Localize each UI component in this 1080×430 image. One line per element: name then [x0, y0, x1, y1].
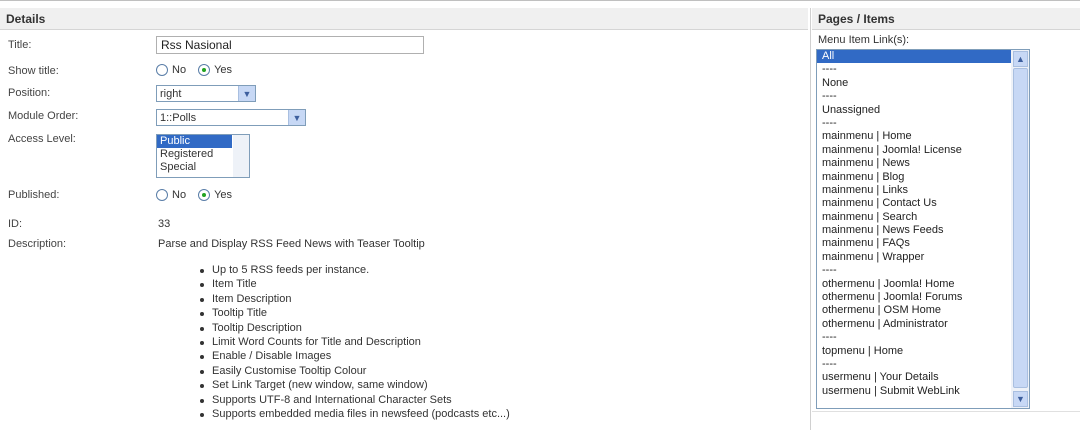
- title-input[interactable]: [156, 36, 424, 54]
- show-title-yes-radio[interactable]: [198, 64, 211, 76]
- list-item: Item Description: [200, 292, 510, 306]
- menu-item-option[interactable]: topmenu | Home: [817, 345, 1012, 358]
- chevron-down-icon[interactable]: ▼: [1013, 391, 1028, 407]
- menu-item-option[interactable]: usermenu | Your Details: [817, 371, 1012, 384]
- pages-bottom-border: [812, 411, 1080, 412]
- menu-item-option[interactable]: othermenu | Joomla! Home: [817, 278, 1012, 291]
- menu-item-option[interactable]: mainmenu | Blog: [817, 171, 1012, 184]
- menu-item-option[interactable]: ----: [817, 63, 1012, 76]
- show-title-radio-group: No Yes: [156, 64, 240, 76]
- menu-item-option[interactable]: mainmenu | News: [817, 157, 1012, 170]
- menu-item-option[interactable]: ----: [817, 358, 1012, 371]
- menu-item-option[interactable]: othermenu | Joomla! Forums: [817, 291, 1012, 304]
- access-level-listbox[interactable]: Public Registered Special: [156, 134, 250, 178]
- menu-item-option[interactable]: mainmenu | News Feeds: [817, 224, 1012, 237]
- show-title-yes-label: Yes: [214, 64, 233, 76]
- list-item: Set Link Target (new window, same window…: [200, 378, 510, 392]
- menu-item-option[interactable]: ----: [817, 90, 1012, 103]
- pages-items-header: Pages / Items: [812, 8, 1080, 30]
- module-order-select-value: 1::Polls: [160, 111, 197, 124]
- menu-item-option[interactable]: mainmenu | Wrapper: [817, 251, 1012, 264]
- list-item: Up to 5 RSS feeds per instance.: [200, 263, 510, 277]
- menu-item-option[interactable]: ----: [817, 117, 1012, 130]
- chevron-down-icon[interactable]: ▼: [288, 110, 305, 125]
- menu-listbox-scrollbar[interactable]: ▲ ▼: [1011, 50, 1029, 408]
- access-level-option-public[interactable]: Public: [157, 135, 232, 148]
- list-item: Tooltip Description: [200, 321, 510, 335]
- list-item: Supports embedded media files in newsfee…: [200, 407, 510, 421]
- top-border: [0, 0, 1080, 1]
- menu-item-option[interactable]: mainmenu | Links: [817, 184, 1012, 197]
- menu-item-option[interactable]: None: [817, 77, 1012, 90]
- show-title-no-label: No: [172, 64, 187, 76]
- access-level-option-special[interactable]: Special: [157, 161, 232, 174]
- position-select-value: right: [160, 87, 182, 100]
- published-label: Published:: [8, 189, 60, 201]
- menu-item-option[interactable]: Unassigned: [817, 104, 1012, 117]
- menu-item-links-label: Menu Item Link(s):: [818, 34, 910, 46]
- scrollbar-thumb[interactable]: [1013, 68, 1028, 388]
- show-title-no-radio[interactable]: [156, 64, 168, 76]
- description-text: Parse and Display RSS Feed News with Tea…: [158, 238, 425, 250]
- menu-item-option[interactable]: usermenu | Submit WebLink: [817, 385, 1012, 398]
- published-no-label: No: [172, 189, 187, 201]
- position-select[interactable]: right ▼: [156, 85, 256, 102]
- menu-item-option[interactable]: othermenu | Administrator: [817, 318, 1012, 331]
- module-order-select[interactable]: 1::Polls ▼: [156, 109, 306, 126]
- published-radio-group: No Yes: [156, 189, 240, 201]
- menu-item-option[interactable]: othermenu | OSM Home: [817, 304, 1012, 317]
- title-label: Title:: [8, 39, 32, 51]
- access-level-scrollbar[interactable]: [233, 135, 249, 177]
- chevron-down-icon[interactable]: ▼: [238, 86, 255, 101]
- list-item: Tooltip Title: [200, 306, 510, 320]
- list-item: Enable / Disable Images: [200, 349, 510, 363]
- show-title-label: Show title:: [8, 65, 59, 77]
- list-item: Limit Word Counts for Title and Descript…: [200, 335, 510, 349]
- menu-item-option[interactable]: mainmenu | Joomla! License: [817, 144, 1012, 157]
- menu-item-option[interactable]: mainmenu | FAQs: [817, 237, 1012, 250]
- list-item: Easily Customise Tooltip Colour: [200, 364, 510, 378]
- menu-item-links-listbox[interactable]: All ---- None ---- Unassigned ---- mainm…: [816, 49, 1030, 409]
- list-item: Item Title: [200, 277, 510, 291]
- menu-item-option[interactable]: All: [817, 50, 1012, 64]
- details-header: Details: [0, 8, 808, 30]
- access-level-option-registered[interactable]: Registered: [157, 148, 232, 161]
- published-yes-label: Yes: [214, 189, 233, 201]
- published-yes-radio[interactable]: [198, 189, 211, 201]
- panel-divider: [810, 8, 811, 430]
- list-item: Supports UTF-8 and International Charact…: [200, 393, 510, 407]
- id-label: ID:: [8, 218, 23, 230]
- chevron-up-icon[interactable]: ▲: [1013, 51, 1028, 67]
- description-label: Description:: [8, 238, 67, 250]
- menu-item-option[interactable]: ----: [817, 264, 1012, 277]
- position-label: Position:: [8, 87, 51, 99]
- published-no-radio[interactable]: [156, 189, 168, 201]
- access-level-label: Access Level:: [8, 133, 76, 145]
- id-value: 33: [158, 218, 171, 230]
- menu-item-option[interactable]: ----: [817, 331, 1012, 344]
- menu-item-option[interactable]: mainmenu | Contact Us: [817, 197, 1012, 210]
- feature-list: Up to 5 RSS feeds per instance. Item Tit…: [200, 263, 510, 421]
- module-order-label: Module Order:: [8, 110, 79, 122]
- menu-item-option[interactable]: mainmenu | Search: [817, 211, 1012, 224]
- menu-item-option[interactable]: mainmenu | Home: [817, 130, 1012, 143]
